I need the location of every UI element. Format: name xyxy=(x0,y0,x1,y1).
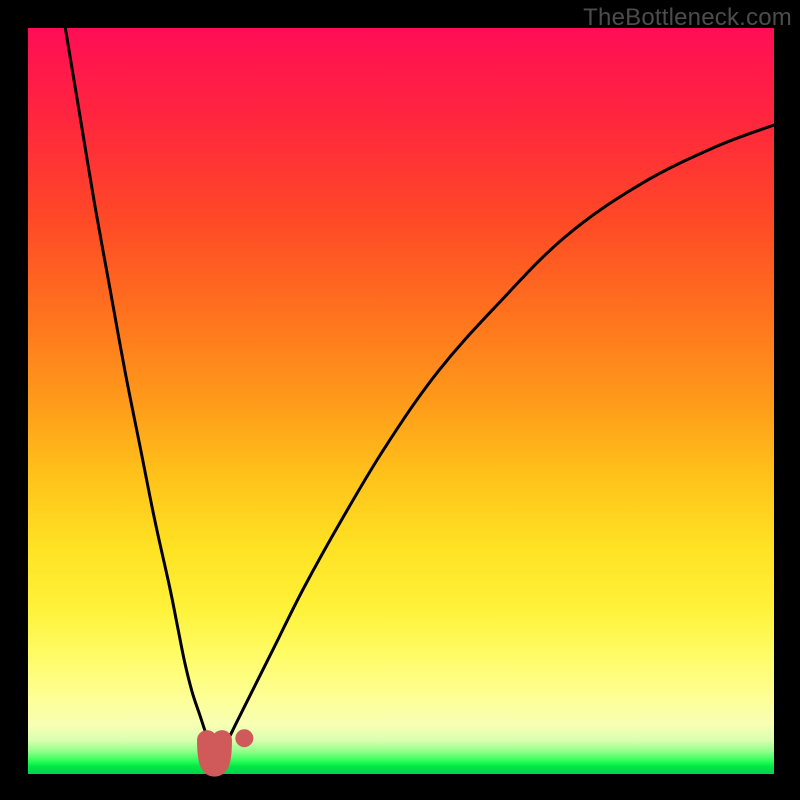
min-u-marker xyxy=(207,740,222,766)
bottleneck-curve xyxy=(65,28,774,748)
curve-layer xyxy=(28,28,774,774)
watermark-text: TheBottleneck.com xyxy=(583,4,792,32)
outer-frame: TheBottleneck.com xyxy=(0,0,800,800)
near-min-dot xyxy=(235,729,253,747)
curve-left-branch xyxy=(65,28,214,748)
min-markers xyxy=(207,729,253,766)
plot-area xyxy=(28,28,774,774)
curve-right-branch xyxy=(222,125,774,748)
